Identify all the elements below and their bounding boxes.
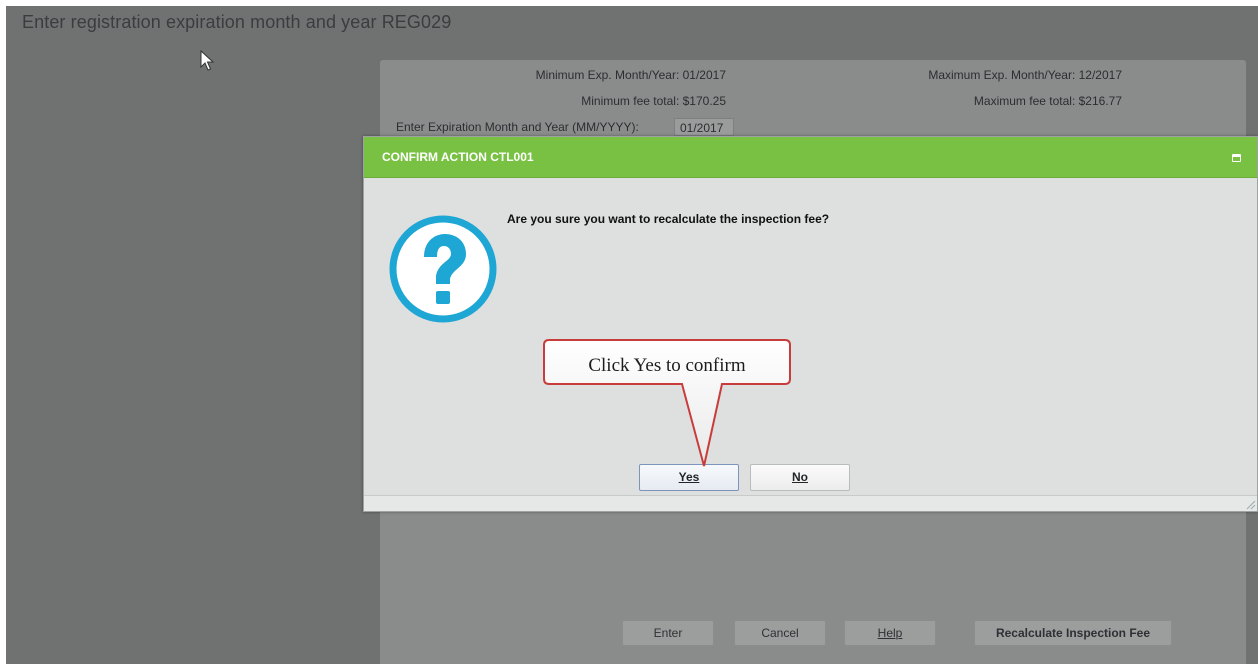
dialog-header: CONFIRM ACTION CTL001 [364, 137, 1257, 178]
no-label: No [792, 470, 808, 484]
min-fee-text: Minimum fee total: $170.25 [581, 94, 726, 108]
confirm-dialog: CONFIRM ACTION CTL001 Are you sure you w… [363, 136, 1258, 512]
enter-button[interactable]: Enter [622, 620, 714, 646]
help-button[interactable]: Help [844, 620, 936, 646]
recalculate-fee-button[interactable]: Recalculate Inspection Fee [974, 620, 1172, 646]
exp-input-label: Enter Expiration Month and Year (MM/YYYY… [396, 120, 639, 134]
yes-label: Yes [678, 470, 700, 484]
resize-grip-icon[interactable] [1244, 498, 1256, 510]
dialog-title: CONFIRM ACTION CTL001 [382, 150, 534, 164]
help-label: Help [877, 626, 903, 640]
dialog-footer [364, 495, 1257, 511]
expiration-input[interactable]: 01/2017 [674, 118, 734, 136]
dialog-message: Are you sure you want to recalculate the… [507, 212, 830, 226]
question-icon [389, 215, 497, 323]
app-screen: Enter registration expiration month and … [6, 6, 1258, 664]
max-exp-text: Maximum Exp. Month/Year: 12/2017 [928, 68, 1122, 82]
page-title: Enter registration expiration month and … [22, 12, 452, 32]
cancel-button[interactable]: Cancel [734, 620, 826, 646]
max-fee-text: Maximum fee total: $216.77 [973, 94, 1122, 108]
maximize-icon[interactable] [1232, 154, 1241, 162]
mouse-cursor-icon [200, 50, 215, 71]
callout-text: Click Yes to confirm [588, 355, 746, 376]
min-exp-text: Minimum Exp. Month/Year: 01/2017 [535, 68, 726, 82]
